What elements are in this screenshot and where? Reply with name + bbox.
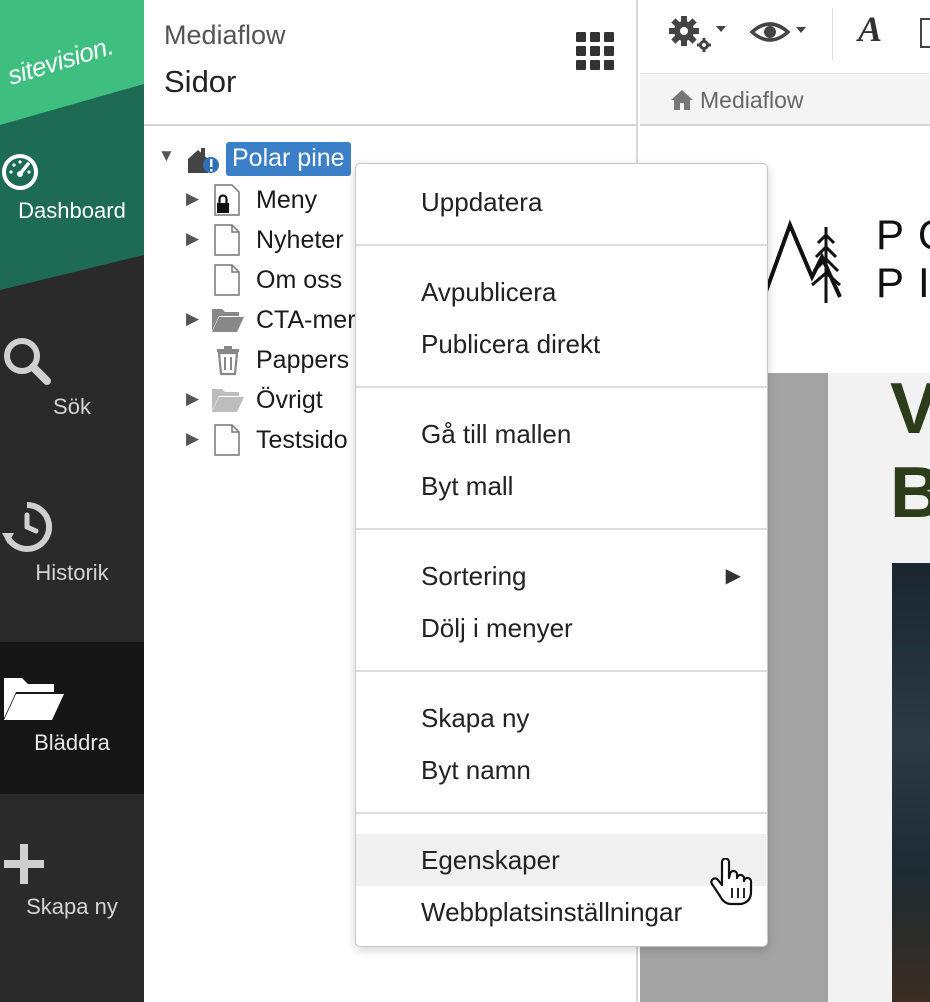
menu-item-publicera-direkt[interactable]: Publicera direkt (356, 318, 767, 370)
rail-label-sok: Sök (53, 394, 91, 419)
rail-item-skapa-ny[interactable]: Skapa ny (0, 840, 144, 920)
speedometer-icon (0, 152, 144, 192)
expand-triangle-icon[interactable]: ▶ (186, 429, 199, 449)
trash-icon (214, 344, 242, 376)
menu-separator (356, 244, 767, 246)
expand-triangle-icon[interactable]: ▶ (186, 309, 199, 329)
menu-item-sortering[interactable]: Sortering ▶ (356, 550, 767, 602)
menu-item-uppdatera[interactable]: Uppdatera (356, 176, 767, 228)
menu-separator (356, 812, 767, 814)
menu-item-avpublicera[interactable]: Avpublicera (356, 266, 767, 318)
menu-item-dolj-i-menyer[interactable]: Dölj i menyer (356, 602, 767, 654)
tree-item-label: Testsido (256, 426, 348, 454)
layout-icon[interactable] (920, 18, 930, 48)
tree-item-label: Om oss (256, 266, 343, 294)
site-root-icon (186, 145, 220, 175)
editor-toolbar: A (640, 0, 930, 74)
rail-label-dashboard: Dashboard (18, 198, 126, 223)
panel-title: Sidor (164, 64, 237, 99)
expand-triangle-icon[interactable]: ▶ (186, 389, 199, 409)
menu-item-webbplatsinstallningar[interactable]: Webbplatsinställningar (356, 886, 767, 938)
rail-label-historik: Historik (35, 560, 109, 585)
rail-item-dashboard[interactable]: Dashboard (0, 152, 144, 224)
menu-separator (356, 528, 767, 530)
rail-item-historik[interactable]: Historik (0, 500, 144, 586)
home-icon[interactable] (670, 89, 694, 111)
plus-icon (0, 840, 144, 888)
context-menu: Uppdatera Avpublicera Publicera direkt G… (355, 163, 768, 947)
breadcrumb-link[interactable]: Mediaflow (700, 87, 804, 114)
search-icon (0, 334, 144, 388)
menu-item-skapa-ny[interactable]: Skapa ny (356, 692, 767, 744)
tree-item-label: Nyheter (256, 226, 344, 254)
tree-item-label: Pappers (256, 346, 350, 374)
page-icon (212, 424, 242, 456)
rail-item-sok[interactable]: Sök (0, 334, 144, 420)
page-icon (212, 224, 242, 256)
tree-item-label: CTA-mer (256, 306, 356, 334)
folder-light-icon (211, 386, 245, 414)
rail-item-bladdra[interactable]: Bläddra (0, 642, 144, 794)
breadcrumb-bar: Mediaflow (640, 74, 930, 126)
preview-photo (892, 563, 930, 1002)
preview-logo-text: POPI (876, 211, 930, 306)
menu-item-byt-mall[interactable]: Byt mall (356, 460, 767, 512)
collapse-triangle-icon[interactable]: ▼ (158, 146, 175, 166)
locked-page-icon (212, 184, 242, 216)
tree-item-label: Meny (256, 186, 318, 214)
menu-item-egenskaper[interactable]: Egenskaper (356, 834, 767, 886)
preview-heading: VB (890, 369, 930, 533)
menu-separator (356, 670, 767, 672)
tree-item-label: Övrigt (256, 386, 323, 414)
menu-separator (356, 386, 767, 388)
mountain-pine-logo-icon (760, 197, 860, 307)
submenu-arrow-icon: ▶ (725, 565, 741, 587)
panel-header: Mediaflow Sidor (144, 0, 638, 126)
gear-dropdown-icon[interactable] (668, 14, 732, 56)
folder-open-icon (0, 672, 144, 724)
tree-root-label[interactable]: Polar pine (226, 142, 351, 176)
eye-dropdown-icon[interactable] (750, 18, 814, 48)
menu-item-byt-namn[interactable]: Byt namn (356, 744, 767, 796)
history-icon (0, 500, 144, 554)
menu-item-ga-till-mallen[interactable]: Gå till mallen (356, 408, 767, 460)
rail-label-bladdra: Bläddra (34, 730, 110, 755)
folder-icon (211, 306, 245, 334)
font-icon[interactable]: A (858, 8, 882, 50)
left-rail: sitevision. Dashboard Sök Historik Blädd… (0, 0, 144, 1002)
expand-triangle-icon[interactable]: ▶ (186, 189, 199, 209)
expand-triangle-icon[interactable]: ▶ (186, 229, 199, 249)
rail-label-skapa-ny: Skapa ny (26, 894, 118, 919)
app-grid-icon[interactable] (576, 32, 614, 70)
site-name: Mediaflow (164, 20, 286, 50)
toolbar-divider (832, 8, 833, 60)
hand-pointer-cursor-icon (710, 858, 754, 906)
page-icon (212, 264, 242, 296)
